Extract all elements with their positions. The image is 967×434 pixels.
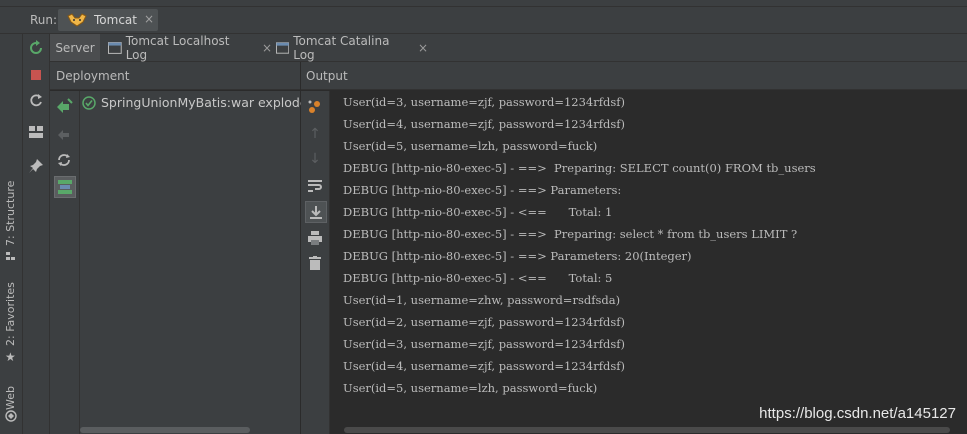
- soft-wrap-button[interactable]: [305, 176, 325, 196]
- check-circle-icon: [82, 95, 96, 110]
- console-horizontal-scrollbar[interactable]: [330, 425, 967, 434]
- console-line: DEBUG [http-nio-80-exec-5] - ==> Paramet…: [343, 183, 625, 197]
- log-icon: [276, 41, 290, 54]
- clear-all-button[interactable]: [305, 253, 325, 273]
- close-run-tab-icon[interactable]: ×: [144, 12, 154, 26]
- stop-button[interactable]: [26, 65, 46, 85]
- favorites-tool-button[interactable]: 2: Favorites: [4, 282, 17, 346]
- rerun-icon: [30, 40, 42, 54]
- layout-icon: [29, 126, 43, 138]
- redeploy-button[interactable]: [54, 150, 74, 170]
- web-label: Web: [4, 386, 17, 410]
- deployment-tree: SpringUnionMyBatis:war exploded: [80, 91, 315, 434]
- deploy-icon: [57, 98, 73, 113]
- star-icon: ★: [5, 350, 16, 364]
- artifact-settings-button[interactable]: [54, 176, 76, 198]
- left-tool-stripe: 7: Structure 2: Favorites ★ Web: [0, 34, 23, 434]
- console-line: User(id=5, username=lzh, password=fuck): [343, 139, 598, 153]
- console-line: User(id=3, username=zjf, password=1234rf…: [343, 95, 625, 109]
- structure-tool-button[interactable]: 7: Structure: [4, 181, 17, 246]
- console-line: DEBUG [http-nio-80-exec-5] - <== Total: …: [343, 205, 613, 219]
- console-line: DEBUG [http-nio-80-exec-5] - ==> Paramet…: [343, 249, 692, 263]
- web-tool-button[interactable]: Web: [4, 386, 17, 410]
- arrow-up-icon: ↑: [309, 126, 321, 142]
- console-line: DEBUG [http-nio-80-exec-5] - <== Total: …: [343, 271, 613, 285]
- run-config-tab-tomcat[interactable]: Tomcat ×: [58, 9, 158, 31]
- output-header: Output: [301, 62, 967, 90]
- console-line: User(id=4, username=zjf, password=1234rf…: [343, 117, 625, 131]
- run-toolbar: Run: Tomcat ×: [0, 7, 967, 34]
- rerun-button[interactable]: [26, 38, 46, 58]
- soft-wrap-icon: [308, 180, 322, 192]
- deploy-all-button[interactable]: [54, 97, 74, 117]
- arrow-down-icon: ↓: [309, 151, 321, 167]
- console-line: User(id=4, username=zjf, password=1234rf…: [343, 359, 625, 373]
- scroll-up-button[interactable]: ↑: [305, 124, 325, 144]
- tab-localhost-label: Tomcat Localhost Log: [125, 33, 230, 62]
- scroll-to-end-icon: [310, 206, 322, 219]
- favorites-label: 2: Favorites: [4, 282, 17, 346]
- deployment-header: Deployment: [50, 62, 300, 90]
- tab-server[interactable]: Server: [50, 34, 100, 61]
- stop-icon: [31, 70, 41, 80]
- trash-icon: [309, 256, 321, 270]
- deployment-item[interactable]: SpringUnionMyBatis:war exploded: [82, 95, 315, 110]
- output-header-label: Output: [306, 68, 348, 83]
- print-icon: [308, 231, 322, 245]
- undeploy-button[interactable]: [54, 125, 74, 145]
- scroll-to-end-button[interactable]: [305, 201, 327, 223]
- deployment-scroll-thumb[interactable]: [80, 427, 250, 433]
- tab-server-label: Server: [55, 40, 95, 55]
- output-toolbar: ↑ ↓: [301, 91, 330, 434]
- console-line: DEBUG [http-nio-80-exec-5] - ==> Prepari…: [343, 227, 798, 241]
- close-tab-icon[interactable]: ×: [418, 41, 428, 55]
- console-line: User(id=5, username=lzh, password=fuck): [343, 381, 598, 395]
- deployment-toolbar: [50, 91, 80, 434]
- debug-bug-button[interactable]: [305, 97, 325, 117]
- watermark-text: https://blog.csdn.net/a145127: [759, 405, 956, 422]
- run-subtabs: Server Tomcat Localhost Log × Tomcat Cat…: [50, 34, 967, 62]
- layout-button[interactable]: [26, 122, 46, 142]
- structure-label: 7: Structure: [4, 180, 17, 246]
- run-config-name: Tomcat: [94, 13, 137, 27]
- refresh-icon: [58, 154, 70, 166]
- pin-icon: [29, 159, 43, 173]
- update-button[interactable]: [26, 91, 46, 111]
- update-icon: [30, 94, 42, 107]
- console-line: User(id=3, username=zjf, password=1234rf…: [343, 337, 625, 351]
- console-line: DEBUG [http-nio-80-exec-5] - ==> Prepari…: [343, 161, 816, 175]
- pin-button[interactable]: [26, 156, 46, 176]
- deployment-item-label: SpringUnionMyBatis:war exploded: [101, 95, 316, 110]
- console-scroll-thumb[interactable]: [344, 427, 950, 433]
- tab-tomcat-catalina-log[interactable]: Tomcat Catalina Log ×: [270, 33, 428, 62]
- console-line: User(id=2, username=zjf, password=1234rf…: [343, 315, 625, 329]
- console-output[interactable]: User(id=3, username=zjf, password=1234rf…: [330, 91, 967, 434]
- tomcat-icon: [66, 12, 88, 28]
- log-icon: [108, 41, 122, 54]
- artifact-icon: [58, 180, 72, 194]
- undeploy-icon: [58, 130, 69, 140]
- web-icon: [5, 410, 17, 422]
- tab-tomcat-localhost-log[interactable]: Tomcat Localhost Log ×: [102, 33, 272, 62]
- run-label: Run:: [30, 13, 58, 27]
- deployment-header-label: Deployment: [56, 68, 130, 83]
- run-actions-toolbar: [23, 34, 50, 434]
- deployment-panel: SpringUnionMyBatis:war exploded: [50, 91, 315, 434]
- console-line: User(id=1, username=zhw, password=rsdfsd…: [343, 293, 621, 307]
- tab-catalina-label: Tomcat Catalina Log: [293, 33, 390, 62]
- deployment-scrollbar[interactable]: [80, 425, 300, 434]
- top-partial-strip: [0, 0, 967, 7]
- structure-icon: [6, 251, 16, 261]
- bug-icon: [308, 100, 320, 113]
- scroll-down-button[interactable]: ↓: [305, 149, 325, 169]
- print-button[interactable]: [305, 228, 325, 248]
